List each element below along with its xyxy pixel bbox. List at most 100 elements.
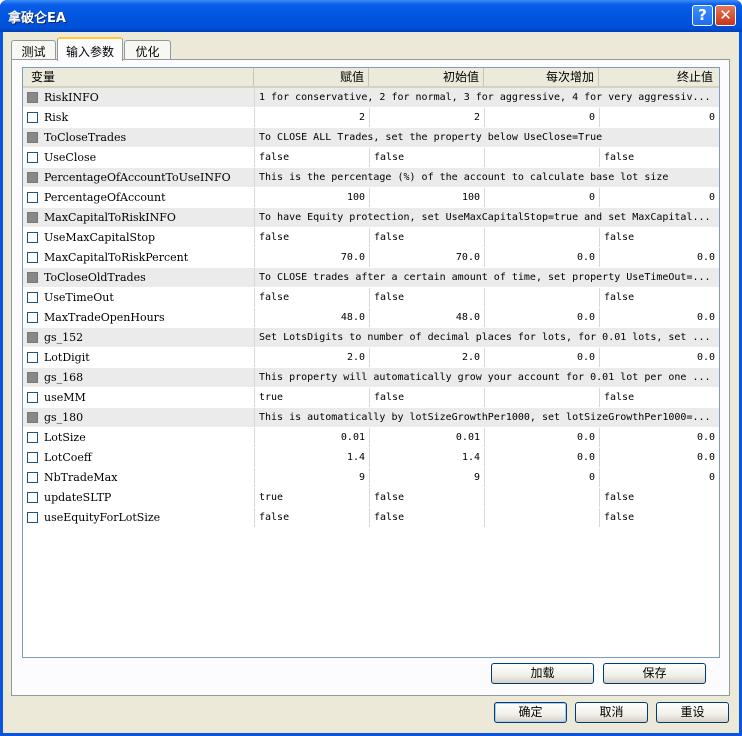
row-checkbox[interactable] (27, 512, 38, 523)
table-row[interactable]: NbTradeMax 9 9 0 0 (23, 468, 719, 488)
start-cell[interactable]: 70.0 (369, 248, 484, 267)
stop-cell[interactable]: false (599, 508, 719, 527)
row-checkbox[interactable] (27, 432, 38, 443)
value-cell[interactable]: 100 (254, 188, 369, 207)
column-header-step[interactable]: 每次增加 (484, 68, 599, 86)
title-bar[interactable]: 拿破仑EA ? ✕ (0, 0, 742, 32)
step-cell[interactable] (484, 228, 599, 247)
start-cell[interactable]: false (369, 228, 484, 247)
table-row[interactable]: MaxCapitalToRiskINFO To have Equity prote… (23, 208, 719, 228)
table-row[interactable]: MaxTradeOpenHours 48.0 48.0 0.0 0.0 (23, 308, 719, 328)
value-cell[interactable]: false (254, 288, 369, 307)
stop-cell[interactable]: false (599, 388, 719, 407)
stop-cell[interactable]: 0.0 (599, 308, 719, 327)
stop-cell[interactable]: false (599, 228, 719, 247)
close-button[interactable]: ✕ (715, 5, 736, 26)
row-checkbox[interactable] (27, 292, 38, 303)
value-cell[interactable]: true (254, 388, 369, 407)
start-cell[interactable]: false (369, 388, 484, 407)
value-cell[interactable]: 0.01 (254, 428, 369, 447)
step-cell[interactable]: 0.0 (484, 448, 599, 467)
table-row[interactable]: gs_180 This is automatically by lotSizeGr… (23, 408, 719, 428)
step-cell[interactable]: 0.0 (484, 308, 599, 327)
table-row[interactable]: RiskINFO 1 for conservative, 2 for normal… (23, 88, 719, 108)
start-cell[interactable]: 9 (369, 468, 484, 487)
table-row[interactable]: ToCloseTrades To CLOSE ALL Trades, set th… (23, 128, 719, 148)
row-checkbox[interactable] (27, 192, 38, 203)
start-cell[interactable]: 2.0 (369, 348, 484, 367)
value-cell[interactable]: 2 (254, 108, 369, 127)
row-checkbox[interactable] (27, 152, 38, 163)
value-cell[interactable]: false (254, 148, 369, 167)
start-cell[interactable]: 48.0 (369, 308, 484, 327)
row-checkbox[interactable] (27, 332, 38, 343)
table-row[interactable]: updateSLTP true false false (23, 488, 719, 508)
row-checkbox[interactable] (27, 232, 38, 243)
step-cell[interactable]: 0 (484, 468, 599, 487)
start-cell[interactable]: 100 (369, 188, 484, 207)
stop-cell[interactable]: 0.0 (599, 248, 719, 267)
table-row[interactable]: LotCoeff 1.4 1.4 0.0 0.0 (23, 448, 719, 468)
row-checkbox[interactable] (27, 492, 38, 503)
value-cell[interactable]: 9 (254, 468, 369, 487)
stop-cell[interactable]: 0 (599, 468, 719, 487)
start-cell[interactable]: 2 (369, 108, 484, 127)
start-cell[interactable]: false (369, 508, 484, 527)
stop-cell[interactable]: 0.0 (599, 428, 719, 447)
row-checkbox[interactable] (27, 172, 38, 183)
table-row[interactable]: gs_168 This property will automatically g… (23, 368, 719, 388)
stop-cell[interactable]: 0 (599, 188, 719, 207)
cancel-button[interactable]: 取消 (575, 702, 648, 723)
value-cell[interactable]: 1.4 (254, 448, 369, 467)
table-row[interactable]: gs_152 Set LotsDigits to number of decima… (23, 328, 719, 348)
row-checkbox[interactable] (27, 132, 38, 143)
reset-button[interactable]: 重设 (656, 702, 729, 723)
start-cell[interactable]: false (369, 488, 484, 507)
table-row[interactable]: UseClose false false false (23, 148, 719, 168)
stop-cell[interactable]: 0.0 (599, 348, 719, 367)
stop-cell[interactable]: false (599, 488, 719, 507)
table-row[interactable]: MaxCapitalToRiskPercent 70.0 70.0 0.0 0.0 (23, 248, 719, 268)
start-cell[interactable]: 1.4 (369, 448, 484, 467)
step-cell[interactable] (484, 488, 599, 507)
row-checkbox[interactable] (27, 472, 38, 483)
table-row[interactable]: useEquityForLotSize false false false (23, 508, 719, 528)
table-row[interactable]: LotSize 0.01 0.01 0.0 0.0 (23, 428, 719, 448)
table-row[interactable]: useMM true false false (23, 388, 719, 408)
table-row[interactable]: UseMaxCapitalStop false false false (23, 228, 719, 248)
step-cell[interactable]: 0 (484, 108, 599, 127)
table-row[interactable]: UseTimeOut false false false (23, 288, 719, 308)
start-cell[interactable]: 0.01 (369, 428, 484, 447)
start-cell[interactable]: false (369, 288, 484, 307)
parameters-list[interactable]: 变量 赋值 初始值 每次增加 终止值 RiskINFO 1 for conserv… (22, 67, 720, 658)
table-row[interactable]: PercentageOfAccountToUseINFO This is the … (23, 168, 719, 188)
column-header-value[interactable]: 赋值 (254, 68, 369, 86)
value-cell[interactable]: false (254, 228, 369, 247)
row-checkbox[interactable] (27, 252, 38, 263)
help-button[interactable]: ? (692, 5, 713, 26)
row-checkbox[interactable] (27, 312, 38, 323)
row-checkbox[interactable] (27, 92, 38, 103)
row-checkbox[interactable] (27, 412, 38, 423)
load-button[interactable]: 加载 (491, 663, 594, 684)
row-checkbox[interactable] (27, 352, 38, 363)
step-cell[interactable]: 0.0 (484, 428, 599, 447)
step-cell[interactable] (484, 508, 599, 527)
ok-button[interactable]: 确定 (494, 702, 567, 723)
column-header-variable[interactable]: 变量 (23, 68, 254, 86)
tab-testing[interactable]: 测试 (11, 40, 56, 60)
column-header-stop[interactable]: 终止值 (599, 68, 719, 86)
stop-cell[interactable]: 0 (599, 108, 719, 127)
row-checkbox[interactable] (27, 372, 38, 383)
tab-optimization[interactable]: 优化 (124, 40, 171, 60)
row-checkbox[interactable] (27, 212, 38, 223)
value-cell[interactable]: true (254, 488, 369, 507)
row-checkbox[interactable] (27, 112, 38, 123)
value-cell[interactable]: 70.0 (254, 248, 369, 267)
stop-cell[interactable]: false (599, 288, 719, 307)
start-cell[interactable]: false (369, 148, 484, 167)
step-cell[interactable]: 0 (484, 188, 599, 207)
step-cell[interactable] (484, 288, 599, 307)
step-cell[interactable] (484, 148, 599, 167)
save-button[interactable]: 保存 (603, 663, 706, 684)
